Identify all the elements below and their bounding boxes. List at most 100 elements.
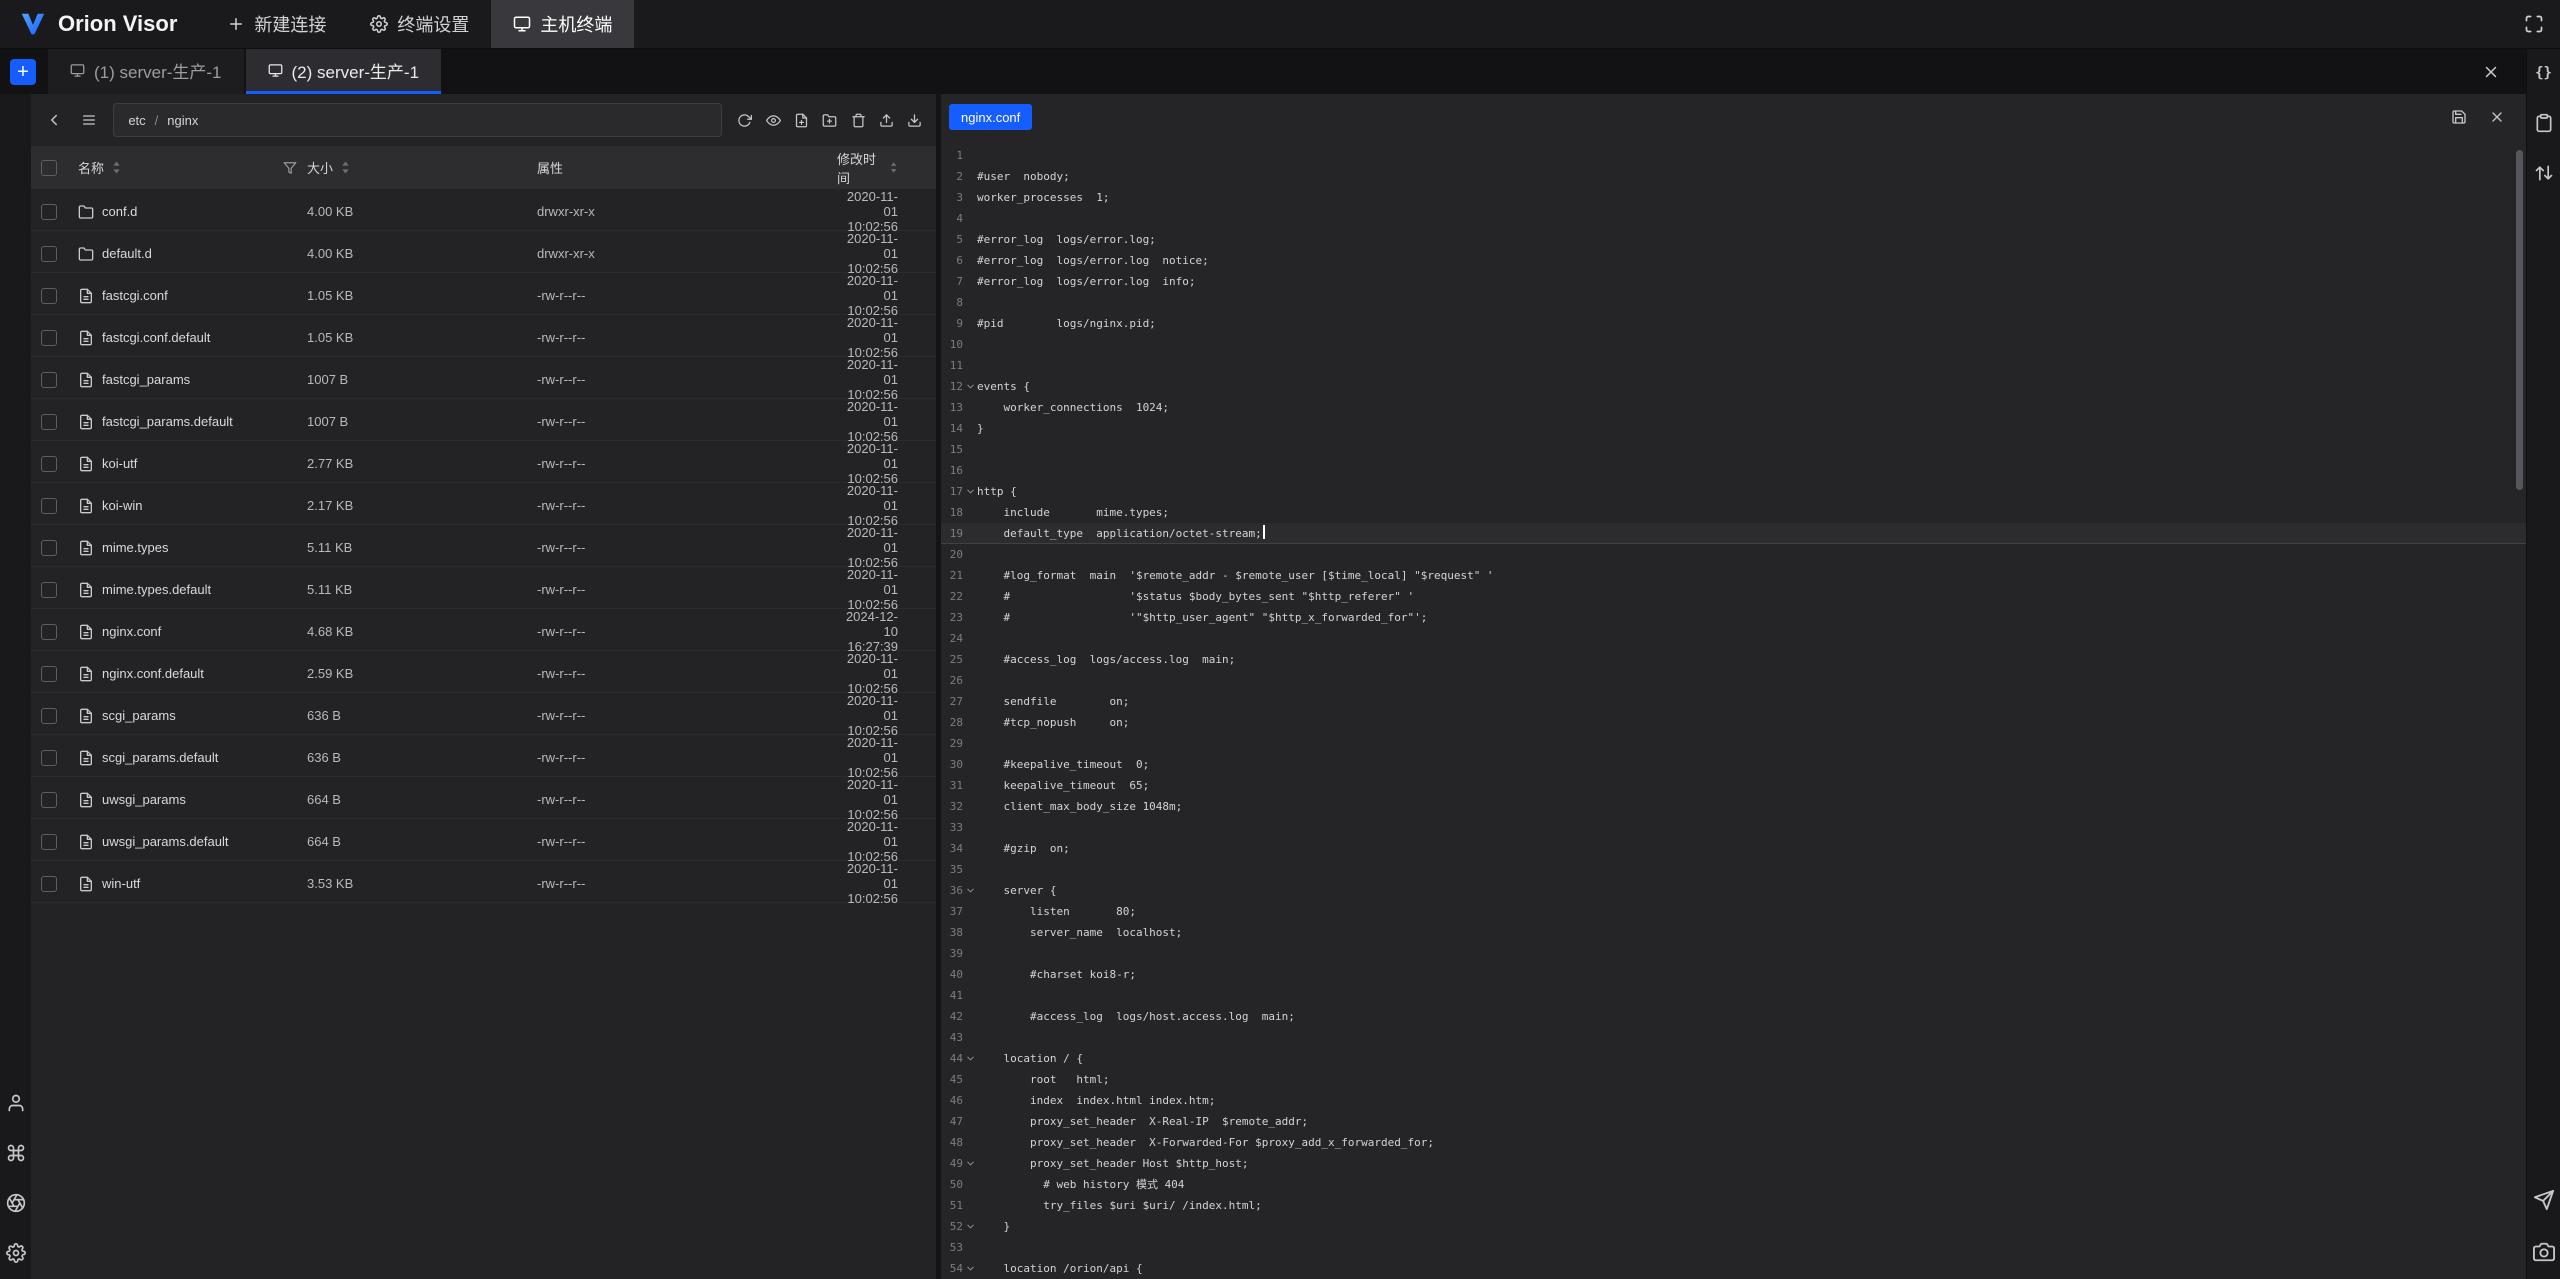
row-checkbox[interactable]: [41, 288, 57, 304]
file-name[interactable]: default.d: [102, 246, 152, 261]
file-name[interactable]: uwsgi_params.default: [102, 834, 228, 849]
row-checkbox[interactable]: [41, 456, 57, 472]
sort-carets-icon[interactable]: [340, 160, 351, 175]
row-checkbox[interactable]: [41, 414, 57, 430]
sort-carets-icon[interactable]: [111, 160, 122, 175]
tab-server-1[interactable]: (1) server-生产-1: [48, 49, 244, 94]
command-icon[interactable]: [4, 1141, 28, 1165]
file-row[interactable]: nginx.conf.default2.59 KB-rw-r--r--2020-…: [31, 651, 936, 693]
file-row[interactable]: fastcgi_params.default1007 B-rw-r--r--20…: [31, 399, 936, 441]
delete-button[interactable]: [847, 109, 869, 132]
file-name[interactable]: uwsgi_params: [102, 792, 186, 807]
row-checkbox[interactable]: [41, 372, 57, 388]
settings-icon[interactable]: [4, 1241, 28, 1265]
file-name[interactable]: scgi_params.default: [102, 750, 218, 765]
fold-chevron-icon[interactable]: [965, 1263, 976, 1274]
fold-chevron-icon[interactable]: [965, 486, 976, 497]
menu-terminal-settings[interactable]: 终端设置: [348, 0, 491, 48]
column-header-attr[interactable]: 属性: [537, 158, 837, 177]
file-row[interactable]: scgi_params636 B-rw-r--r--2020-11-01 10:…: [31, 693, 936, 735]
code-editor[interactable]: 12#user nobody;3worker_processes 1;45#er…: [941, 140, 2526, 1279]
show-hidden-button[interactable]: [762, 109, 784, 132]
row-checkbox[interactable]: [41, 330, 57, 346]
fold-chevron-icon[interactable]: [965, 1221, 976, 1232]
braces-icon[interactable]: {}: [2532, 61, 2556, 85]
row-checkbox[interactable]: [41, 624, 57, 640]
row-checkbox[interactable]: [41, 582, 57, 598]
filter-icon[interactable]: [283, 161, 297, 175]
file-row[interactable]: koi-win2.17 KB-rw-r--r--2020-11-01 10:02…: [31, 483, 936, 525]
menu-host-terminal[interactable]: 主机终端: [491, 0, 634, 48]
fold-chevron-icon[interactable]: [965, 1158, 976, 1169]
select-all-checkbox[interactable]: [41, 160, 57, 176]
file-row[interactable]: scgi_params.default636 B-rw-r--r--2020-1…: [31, 735, 936, 777]
save-button[interactable]: [2446, 104, 2472, 130]
row-checkbox[interactable]: [41, 540, 57, 556]
back-button[interactable]: [39, 105, 68, 135]
file-name[interactable]: mime.types: [102, 540, 168, 555]
file-row[interactable]: fastcgi.conf1.05 KB-rw-r--r--2020-11-01 …: [31, 273, 936, 315]
download-button[interactable]: [904, 109, 926, 132]
editor-file-tab[interactable]: nginx.conf: [949, 104, 1032, 130]
breadcrumb[interactable]: etc / nginx: [113, 103, 721, 137]
close-icon[interactable]: [2482, 63, 2526, 81]
file-name[interactable]: fastcgi.conf: [102, 288, 168, 303]
breadcrumb-segment[interactable]: etc: [128, 113, 145, 128]
row-checkbox[interactable]: [41, 204, 57, 220]
file-name[interactable]: conf.d: [102, 204, 137, 219]
file-name[interactable]: koi-win: [102, 498, 142, 513]
fold-chevron-icon[interactable]: [965, 1053, 976, 1064]
file-name[interactable]: fastcgi_params: [102, 372, 190, 387]
row-checkbox[interactable]: [41, 792, 57, 808]
file-name[interactable]: fastcgi_params.default: [102, 414, 233, 429]
file-row[interactable]: uwsgi_params.default664 B-rw-r--r--2020-…: [31, 819, 936, 861]
new-folder-button[interactable]: [819, 109, 841, 132]
file-row[interactable]: nginx.conf4.68 KB-rw-r--r--2024-12-10 16…: [31, 609, 936, 651]
file-row[interactable]: default.d4.00 KBdrwxr-xr-x2020-11-01 10:…: [31, 231, 936, 273]
row-checkbox[interactable]: [41, 498, 57, 514]
file-row[interactable]: koi-utf2.77 KB-rw-r--r--2020-11-01 10:02…: [31, 441, 936, 483]
row-checkbox[interactable]: [41, 876, 57, 892]
file-row[interactable]: mime.types.default5.11 KB-rw-r--r--2020-…: [31, 567, 936, 609]
file-row[interactable]: conf.d4.00 KBdrwxr-xr-x2020-11-01 10:02:…: [31, 189, 936, 231]
file-row[interactable]: fastcgi.conf.default1.05 KB-rw-r--r--202…: [31, 315, 936, 357]
camera-icon[interactable]: [2532, 1240, 2556, 1264]
file-row[interactable]: uwsgi_params664 B-rw-r--r--2020-11-01 10…: [31, 777, 936, 819]
user-icon[interactable]: [4, 1091, 28, 1115]
breadcrumb-segment[interactable]: nginx: [167, 113, 198, 128]
file-name[interactable]: mime.types.default: [102, 582, 211, 597]
file-name[interactable]: koi-utf: [102, 456, 137, 471]
column-header-mtime[interactable]: 修改时间: [837, 149, 936, 187]
column-header-size[interactable]: 大小: [307, 158, 537, 177]
sort-carets-icon[interactable]: [889, 160, 898, 175]
file-name[interactable]: nginx.conf: [102, 624, 161, 639]
fold-chevron-icon[interactable]: [965, 381, 976, 392]
row-checkbox[interactable]: [41, 750, 57, 766]
list-view-button[interactable]: [74, 105, 103, 135]
send-icon[interactable]: [2532, 1188, 2556, 1212]
file-name[interactable]: scgi_params: [102, 708, 176, 723]
row-checkbox[interactable]: [41, 246, 57, 262]
menu-new-connection[interactable]: 新建连接: [205, 0, 348, 48]
editor-close-button[interactable]: [2484, 104, 2510, 130]
column-header-name[interactable]: 名称: [67, 158, 307, 177]
clipboard-icon[interactable]: [2532, 111, 2556, 135]
file-row[interactable]: fastcgi_params1007 B-rw-r--r--2020-11-01…: [31, 357, 936, 399]
file-row[interactable]: win-utf3.53 KB-rw-r--r--2020-11-01 10:02…: [31, 861, 936, 903]
row-checkbox[interactable]: [41, 666, 57, 682]
transfer-icon[interactable]: [2532, 161, 2556, 185]
row-checkbox[interactable]: [41, 834, 57, 850]
tab-server-2[interactable]: (2) server-生产-1: [246, 49, 442, 94]
file-name[interactable]: fastcgi.conf.default: [102, 330, 210, 345]
upload-button[interactable]: [875, 109, 897, 132]
new-file-button[interactable]: [790, 109, 812, 132]
new-tab-button[interactable]: +: [10, 59, 36, 85]
fold-chevron-icon[interactable]: [965, 885, 976, 896]
file-name[interactable]: nginx.conf.default: [102, 666, 204, 681]
editor-scrollbar[interactable]: [2516, 150, 2523, 490]
row-checkbox[interactable]: [41, 708, 57, 724]
file-name[interactable]: win-utf: [102, 876, 140, 891]
refresh-button[interactable]: [734, 109, 756, 132]
file-row[interactable]: mime.types5.11 KB-rw-r--r--2020-11-01 10…: [31, 525, 936, 567]
fullscreen-icon[interactable]: [2524, 14, 2544, 34]
